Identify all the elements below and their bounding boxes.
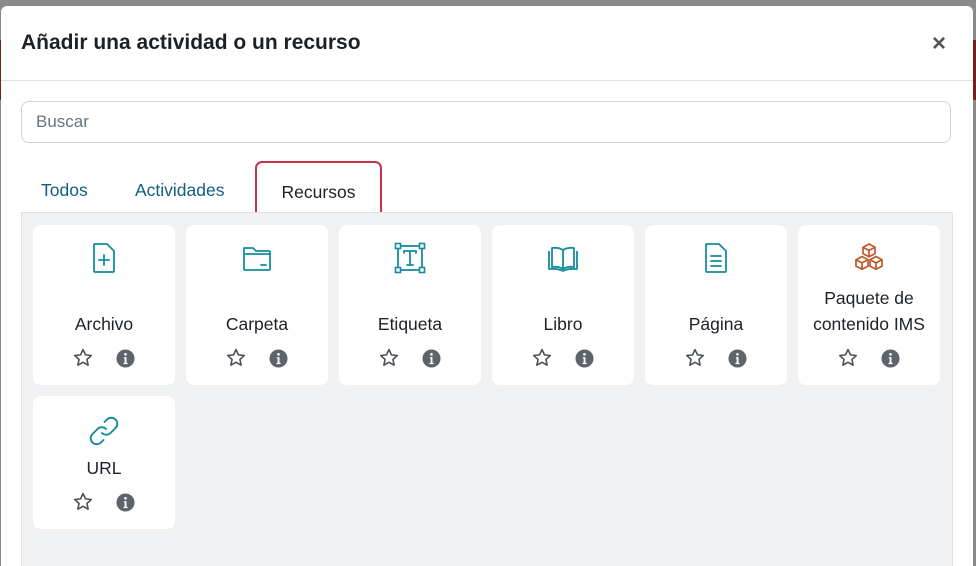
info-icon[interactable]: [422, 349, 441, 368]
page-icon: [645, 241, 787, 275]
info-icon[interactable]: [116, 349, 135, 368]
star-icon[interactable]: [72, 347, 94, 369]
card-label: URL: [86, 458, 122, 478]
star-icon[interactable]: [837, 347, 859, 369]
book-icon: [492, 241, 634, 275]
resource-card-url[interactable]: URL: [33, 396, 175, 529]
info-icon[interactable]: [881, 349, 900, 368]
tab-bar: Todos Actividades Recursos: [21, 161, 953, 213]
cubes-icon: [798, 241, 940, 275]
card-label: Etiqueta: [377, 314, 443, 334]
info-icon[interactable]: [575, 349, 594, 368]
card-label: Libro: [543, 314, 583, 334]
resource-card-archivo[interactable]: Archivo: [33, 225, 175, 385]
resource-card-pagina[interactable]: Página: [645, 225, 787, 385]
resource-grid: Archivo Carpeta Etiqueta Libro Página Pa…: [21, 212, 953, 566]
text-box-icon: [339, 241, 481, 275]
star-icon[interactable]: [684, 347, 706, 369]
modal-title: Añadir una actividad o un recurso: [21, 31, 361, 54]
search-input[interactable]: [21, 101, 951, 143]
info-icon[interactable]: [116, 493, 135, 512]
modal-header: Añadir una actividad o un recurso ×: [1, 6, 973, 81]
tab-actividades[interactable]: Actividades: [135, 161, 225, 213]
tab-todos[interactable]: Todos: [41, 161, 88, 213]
card-label: Archivo: [74, 314, 134, 334]
resource-card-libro[interactable]: Libro: [492, 225, 634, 385]
resource-card-paquete-ims[interactable]: Paquete de contenido IMS: [798, 225, 940, 385]
resource-card-etiqueta[interactable]: Etiqueta: [339, 225, 481, 385]
star-icon[interactable]: [531, 347, 553, 369]
info-icon[interactable]: [269, 349, 288, 368]
star-icon[interactable]: [378, 347, 400, 369]
star-icon[interactable]: [72, 491, 94, 513]
close-button[interactable]: ×: [929, 30, 949, 57]
info-icon[interactable]: [728, 349, 747, 368]
link-icon: [33, 414, 175, 448]
add-activity-modal: Añadir una actividad o un recurso × Todo…: [1, 6, 973, 566]
tab-recursos[interactable]: Recursos: [255, 161, 382, 213]
star-icon[interactable]: [225, 347, 247, 369]
resource-card-carpeta[interactable]: Carpeta: [186, 225, 328, 385]
card-label: Carpeta: [225, 314, 289, 334]
file-plus-icon: [33, 241, 175, 275]
folder-icon: [186, 241, 328, 275]
card-label: Paquete de contenido IMS: [813, 288, 925, 334]
card-label: Página: [688, 314, 744, 334]
